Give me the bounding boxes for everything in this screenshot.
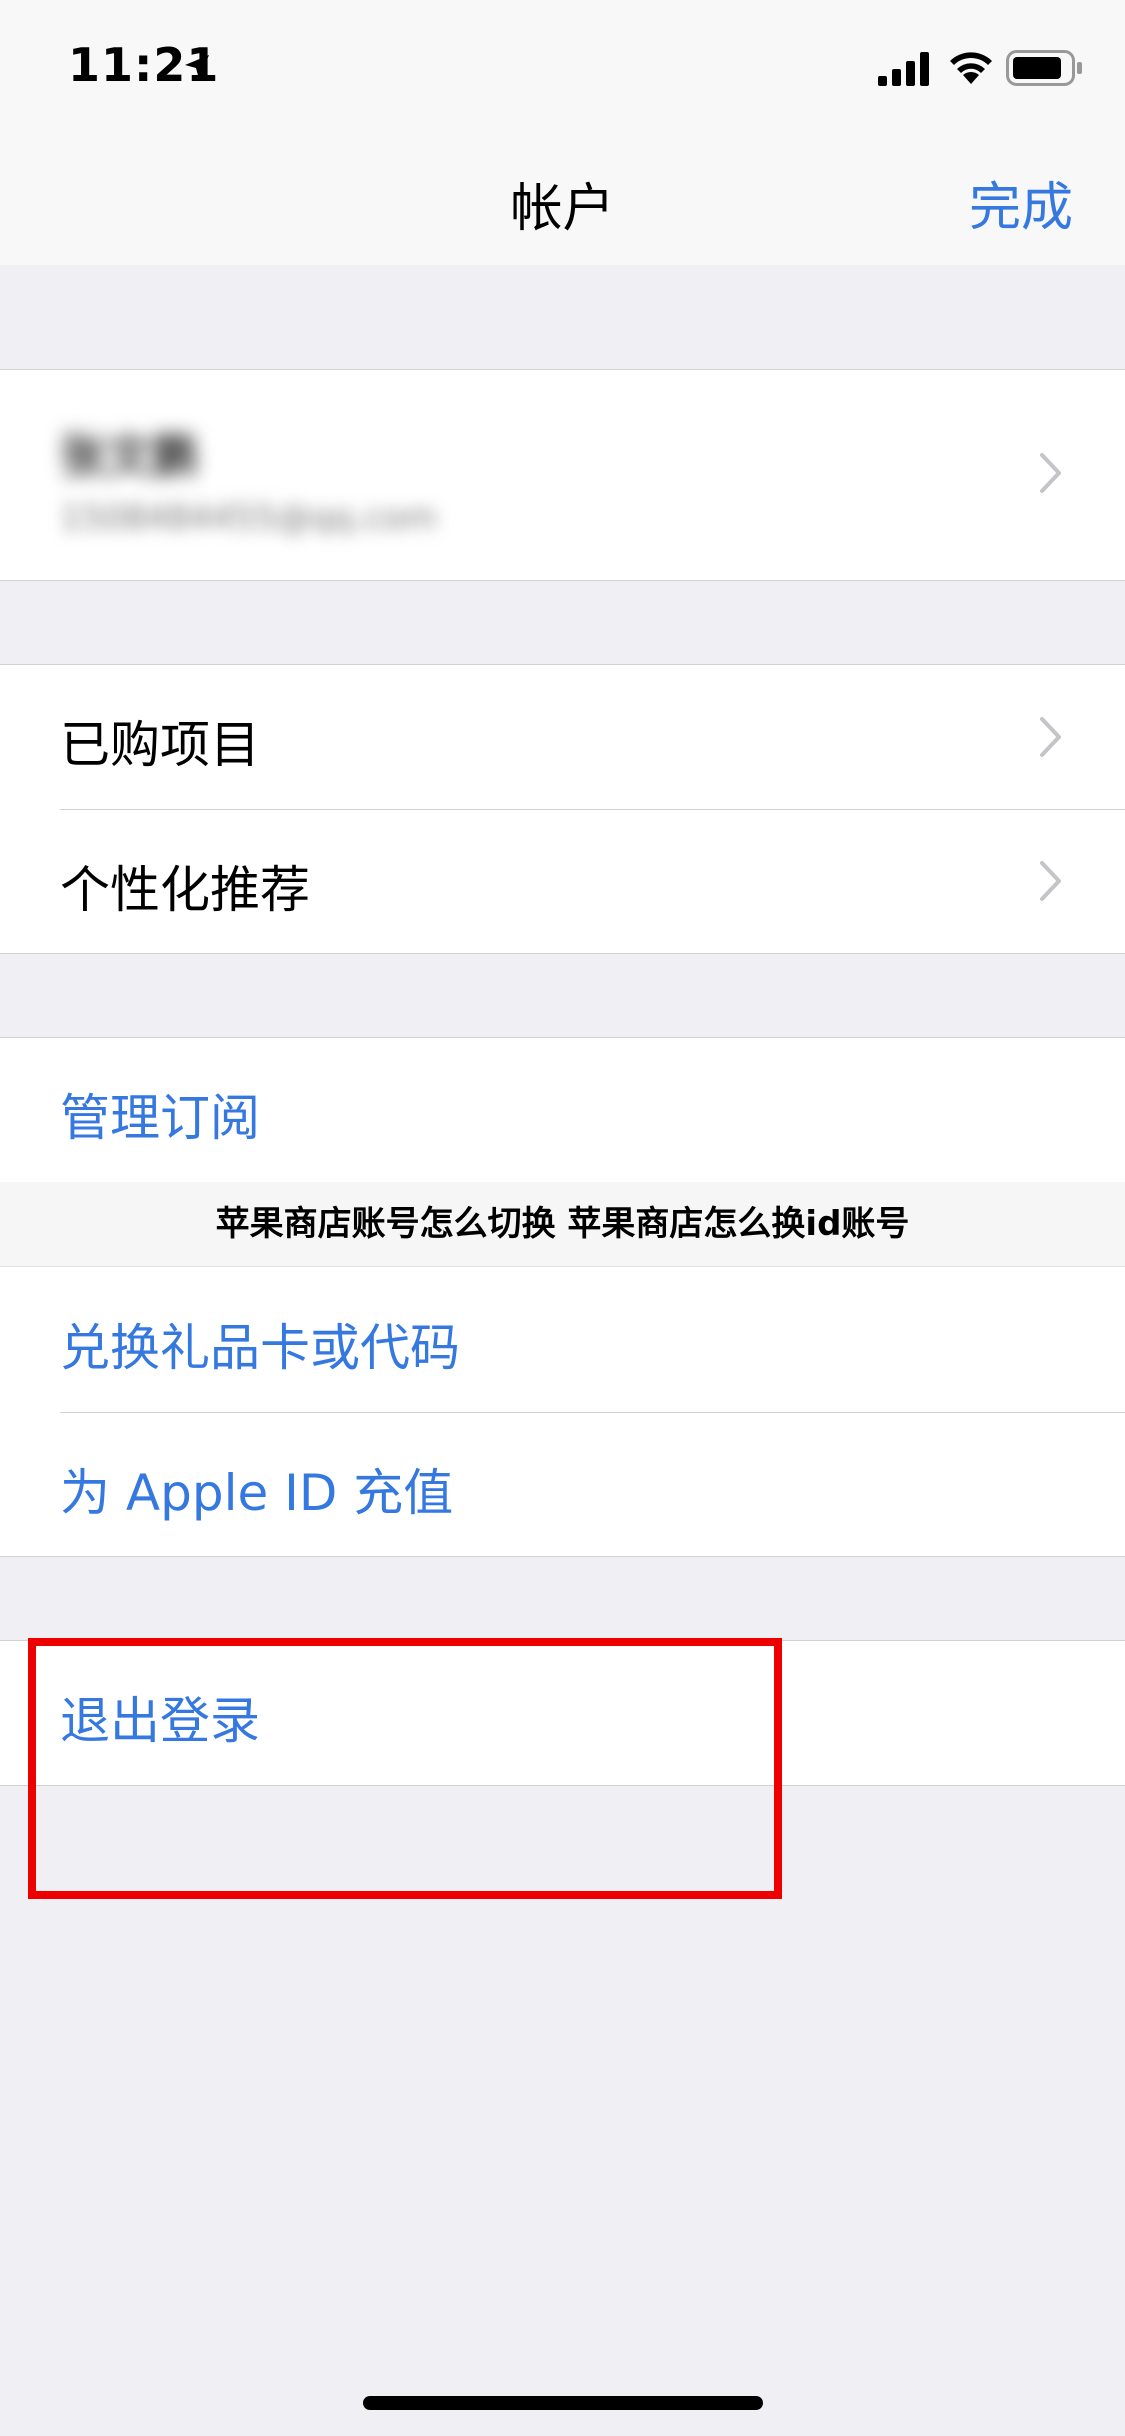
home-indicator xyxy=(363,2396,763,2410)
account-email: 1508484455@qq.com xyxy=(60,498,437,538)
subscriptions-label: 管理订阅 xyxy=(60,1089,260,1147)
location-arrow-icon xyxy=(185,55,209,79)
article-caption: 苹果商店账号怎么切换 苹果商店怎么换id账号 xyxy=(215,1204,910,1244)
battery-icon xyxy=(1006,50,1082,86)
purchases-group: 已购项目 个性化推荐 xyxy=(0,664,1125,954)
manage-group: 管理订阅 兑换礼品卡或代码 为 Apple ID 充值 xyxy=(0,1037,1125,1557)
chevron-right-icon xyxy=(1040,861,1061,901)
signal-bars-icon xyxy=(878,52,929,86)
chevron-right-icon xyxy=(1040,717,1061,757)
add-funds-row[interactable]: 为 Apple ID 充值 xyxy=(0,1413,1125,1556)
chevron-right-icon xyxy=(1040,453,1061,493)
signout-group: 退出登录 xyxy=(0,1640,1125,1786)
sign-out-row[interactable]: 退出登录 xyxy=(0,1641,1125,1785)
purchased-row[interactable]: 已购项目 xyxy=(0,665,1125,809)
page-title: 帐户 xyxy=(510,179,615,239)
subscriptions-row[interactable]: 管理订阅 xyxy=(0,1038,1125,1183)
recommendations-row[interactable]: 个性化推荐 xyxy=(0,810,1125,953)
wifi-icon xyxy=(950,52,992,84)
sign-out-label: 退出登录 xyxy=(60,1692,260,1750)
account-group: 张文鹏 1508484455@qq.com xyxy=(0,369,1125,581)
done-button[interactable]: 完成 xyxy=(969,165,1073,240)
recommendations-label: 个性化推荐 xyxy=(60,861,310,919)
redeem-label: 兑换礼品卡或代码 xyxy=(60,1319,460,1377)
account-row[interactable]: 张文鹏 1508484455@qq.com xyxy=(0,370,1125,580)
account-name: 张文鹏 xyxy=(60,429,198,483)
redeem-row[interactable]: 兑换礼品卡或代码 xyxy=(0,1268,1125,1412)
add-funds-label: 为 Apple ID 充值 xyxy=(60,1464,454,1522)
purchased-label: 已购项目 xyxy=(60,716,260,774)
